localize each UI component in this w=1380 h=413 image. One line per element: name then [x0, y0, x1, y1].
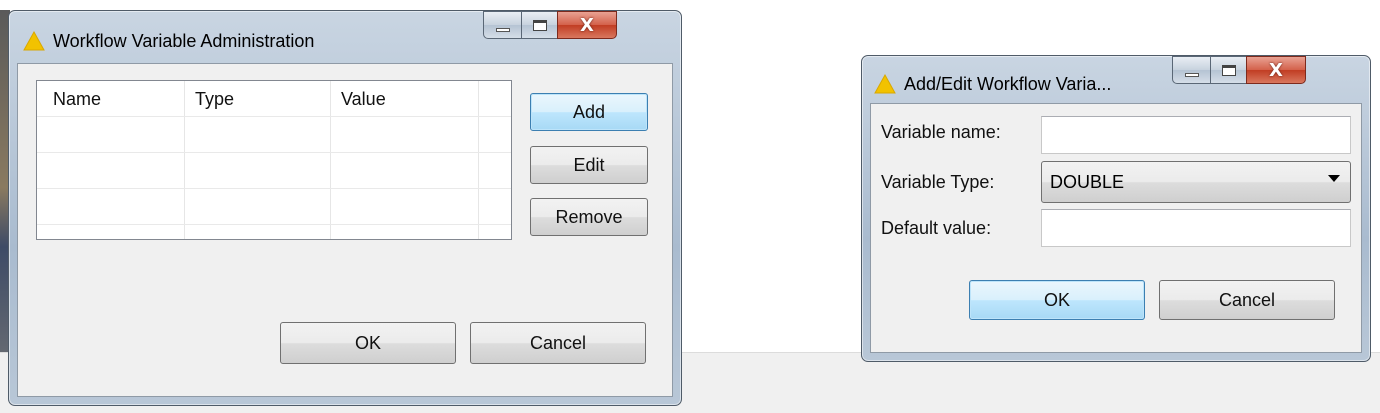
default-value-label: Default value: — [881, 218, 992, 238]
dialog-client-area: Variable name: Variable Type: DOUBLE Def… — [870, 103, 1362, 353]
maximize-icon — [532, 19, 547, 31]
column-header-type[interactable]: Type — [195, 89, 234, 110]
variable-type-select[interactable]: DOUBLE — [1041, 161, 1351, 203]
cancel-button[interactable]: Cancel — [470, 322, 646, 364]
variable-name-label: Variable name: — [881, 122, 1001, 142]
add-edit-workflow-variable-dialog: Add/Edit Workflow Varia... X Variable na… — [861, 55, 1371, 362]
dialog-client-area: Name Type Value Add Edit Remove OK Cance… — [17, 63, 673, 397]
minimize-icon — [1184, 73, 1199, 77]
ok-button[interactable]: OK — [280, 322, 456, 364]
variable-type-value: DOUBLE — [1050, 171, 1125, 192]
edit-button[interactable]: Edit — [530, 146, 648, 184]
maximize-button[interactable] — [521, 11, 557, 39]
minimize-button[interactable] — [1172, 56, 1210, 84]
chevron-down-icon — [1328, 175, 1340, 182]
ok-button[interactable]: OK — [969, 280, 1145, 320]
add-button[interactable]: Add — [530, 93, 648, 131]
default-value-input[interactable] — [1041, 209, 1351, 247]
warning-triangle-icon — [23, 31, 45, 51]
variable-name-input[interactable] — [1041, 116, 1351, 154]
table-row[interactable] — [37, 189, 511, 225]
close-button[interactable]: X — [557, 11, 617, 39]
dialog-title: Workflow Variable Administration — [53, 30, 315, 51]
column-header-value[interactable]: Value — [341, 89, 386, 110]
close-button[interactable]: X — [1246, 56, 1306, 84]
minimize-button[interactable] — [483, 11, 521, 39]
column-header-name[interactable]: Name — [53, 89, 101, 110]
dialog-title: Add/Edit Workflow Varia... — [904, 73, 1112, 94]
warning-triangle-icon — [874, 74, 896, 94]
maximize-button[interactable] — [1210, 56, 1246, 84]
minimize-icon — [495, 28, 510, 32]
table-row[interactable] — [37, 117, 511, 153]
cancel-button[interactable]: Cancel — [1159, 280, 1335, 320]
remove-button[interactable]: Remove — [530, 198, 648, 236]
close-icon: X — [580, 14, 594, 36]
close-icon: X — [1269, 59, 1283, 81]
table-header-row — [37, 81, 511, 117]
maximize-icon — [1221, 64, 1236, 76]
workflow-variable-administration-dialog: Workflow Variable Administration X Name … — [8, 10, 682, 406]
table-row[interactable] — [37, 153, 511, 189]
variable-type-label: Variable Type: — [881, 172, 995, 192]
variables-table[interactable]: Name Type Value — [36, 80, 512, 240]
